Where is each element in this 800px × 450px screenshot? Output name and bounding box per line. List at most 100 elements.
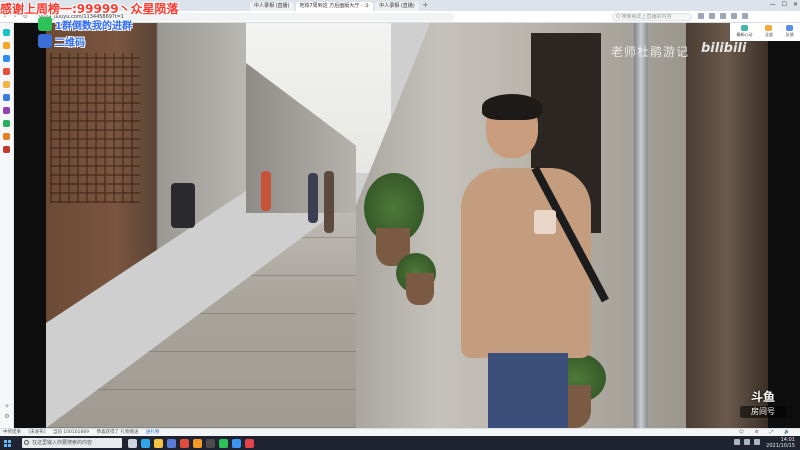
person-jeans xyxy=(488,353,568,428)
store-icon[interactable] xyxy=(167,438,176,448)
qq-icon xyxy=(38,34,52,48)
right-panel-label: 全部 xyxy=(764,32,773,37)
pedestrian xyxy=(324,171,334,233)
group-badge: 1群倒数我的进群 xyxy=(38,17,132,32)
browser-tab-1[interactable]: 中人录相 (直播) xyxy=(250,2,294,11)
qr-badge-text: 二维码 xyxy=(55,37,85,49)
windows-icon xyxy=(3,439,11,447)
recent-icon xyxy=(740,25,748,31)
pedestrian xyxy=(261,171,271,211)
taskbar-search-input[interactable]: 在这里输入你要搜索的内容 xyxy=(22,438,122,448)
chart-icon[interactable] xyxy=(3,55,10,62)
info-item: 中奖结果 xyxy=(3,430,21,435)
qq-app-icon[interactable] xyxy=(232,438,241,448)
emoji-icon[interactable]: ☺ xyxy=(739,429,744,436)
window-controls: — ☐ ✕ xyxy=(770,1,798,8)
right-panel-item-3[interactable]: 反馈 xyxy=(786,25,794,38)
taskview-icon[interactable] xyxy=(128,438,137,448)
browser-tab-3[interactable]: 中人录相 (直播) xyxy=(375,2,419,11)
person-sweater xyxy=(461,168,591,358)
download-icon[interactable] xyxy=(709,13,715,19)
system-tray xyxy=(734,439,760,445)
browser-toolbar-icons xyxy=(698,13,748,19)
douyu-logo-top: 斗鱼 xyxy=(750,390,775,404)
new-tab-button[interactable]: + xyxy=(421,1,430,10)
info-item: 恭喜获得了 礼物赠送 xyxy=(96,430,139,435)
close-button[interactable]: ✕ xyxy=(793,1,798,8)
wechat-icon xyxy=(38,17,52,31)
start-button[interactable] xyxy=(0,436,14,450)
wooden-lattice xyxy=(50,53,140,203)
maximize-button[interactable]: ☐ xyxy=(782,1,787,8)
obs-icon[interactable] xyxy=(206,438,215,448)
sidebar-bottom: + ⚙ xyxy=(3,402,11,422)
right-panel-label: 最新心动 xyxy=(736,32,753,37)
douyu-app-icon[interactable] xyxy=(193,438,202,448)
info-item: [未发布] xyxy=(28,430,46,435)
minimize-button[interactable]: — xyxy=(770,1,776,8)
drink-cup xyxy=(534,210,556,234)
left-sidebar: + ⚙ xyxy=(0,23,14,428)
folder-icon[interactable] xyxy=(3,81,10,88)
douyu-logo: 斗鱼 房间号 xyxy=(740,390,786,426)
person-hair xyxy=(482,94,542,120)
thanks-banner: 感谢上周榜一:99999丶众星陨落 xyxy=(0,2,179,16)
letterbox-left xyxy=(14,23,46,428)
tv-icon[interactable] xyxy=(3,133,10,140)
wooden-pillar xyxy=(686,23,768,428)
seated-person xyxy=(171,183,195,228)
ime-icon[interactable] xyxy=(754,439,760,445)
right-panel-item-2[interactable]: 全部 xyxy=(765,25,773,38)
menu-icon[interactable] xyxy=(742,13,748,19)
note-icon[interactable] xyxy=(3,146,10,153)
star-icon[interactable] xyxy=(3,68,10,75)
group-badge-text: 1群倒数我的进群 xyxy=(55,20,132,32)
music-icon[interactable] xyxy=(245,438,254,448)
edge-icon[interactable] xyxy=(141,438,150,448)
feedback-icon xyxy=(786,25,794,31)
clock-date: 2021/10/15 xyxy=(766,443,795,449)
drain-pipe xyxy=(634,23,648,428)
network-icon[interactable] xyxy=(734,439,740,445)
info-item: 当前 100101869 xyxy=(52,430,90,435)
fullscreen-icon[interactable]: ⤢ xyxy=(770,429,774,436)
clock[interactable]: 14:01 2021/10/15 xyxy=(766,437,795,449)
send-gift-link[interactable]: 送礼物 xyxy=(146,430,160,435)
watermark-text: 老师杜鹃游记 xyxy=(611,45,690,59)
add-icon[interactable]: + xyxy=(3,402,11,412)
apps-icon[interactable] xyxy=(3,107,10,114)
bilibili-logo: bilibili xyxy=(701,41,747,56)
taskbar-apps xyxy=(128,438,254,448)
history-icon[interactable] xyxy=(720,13,726,19)
mail-icon[interactable] xyxy=(3,94,10,101)
user-icon[interactable] xyxy=(731,13,737,19)
cloud-icon[interactable] xyxy=(3,120,10,127)
flower-pot xyxy=(406,273,434,305)
game-icon[interactable] xyxy=(3,42,10,49)
settings-icon[interactable]: ⚙ xyxy=(3,412,11,422)
taskbar: 在这里输入你要搜索的内容 14:01 2021/10/15 xyxy=(0,436,800,450)
letterbox-right xyxy=(768,41,800,428)
extension-icon[interactable] xyxy=(698,13,704,19)
search-icon xyxy=(24,440,29,445)
browser-search-input[interactable]: Q 搜索朋友上直播的内容 xyxy=(612,13,692,21)
volume-icon[interactable]: 🔊 xyxy=(784,429,790,436)
wechat-app-icon[interactable] xyxy=(219,438,228,448)
all-icon xyxy=(765,25,773,31)
douyin-icon[interactable] xyxy=(3,29,10,36)
taskbar-search-placeholder: 在这里输入你要搜索的内容 xyxy=(32,440,93,446)
player-controls: ☺ ⚙ ⤢ 🔊 xyxy=(739,429,796,436)
main-person xyxy=(436,94,609,428)
right-panel: 最新心动 全部 反馈 xyxy=(730,23,800,41)
browser-tab-2[interactable]: 地铁7周到这 方后面版大厅 - 斗 xyxy=(295,2,374,11)
screen: 中人录相 (直播) 地铁7周到这 方后面版大厅 - 斗 中人录相 (直播) + … xyxy=(0,0,800,450)
right-panel-label: 反馈 xyxy=(785,32,794,37)
video-player[interactable]: 老师杜鹃游记 bilibili xyxy=(46,23,768,428)
qr-badge: 二维码 xyxy=(38,34,85,49)
player-info-strip: 中奖结果 [未发布] 当前 100101869 恭喜获得了 礼物赠送 送礼物 ☺… xyxy=(0,428,800,436)
explorer-icon[interactable] xyxy=(154,438,163,448)
chrome-icon[interactable] xyxy=(180,438,189,448)
speaker-icon[interactable] xyxy=(744,439,750,445)
player-settings-icon[interactable]: ⚙ xyxy=(755,429,759,436)
right-panel-item-1[interactable]: 最新心动 xyxy=(736,25,752,38)
